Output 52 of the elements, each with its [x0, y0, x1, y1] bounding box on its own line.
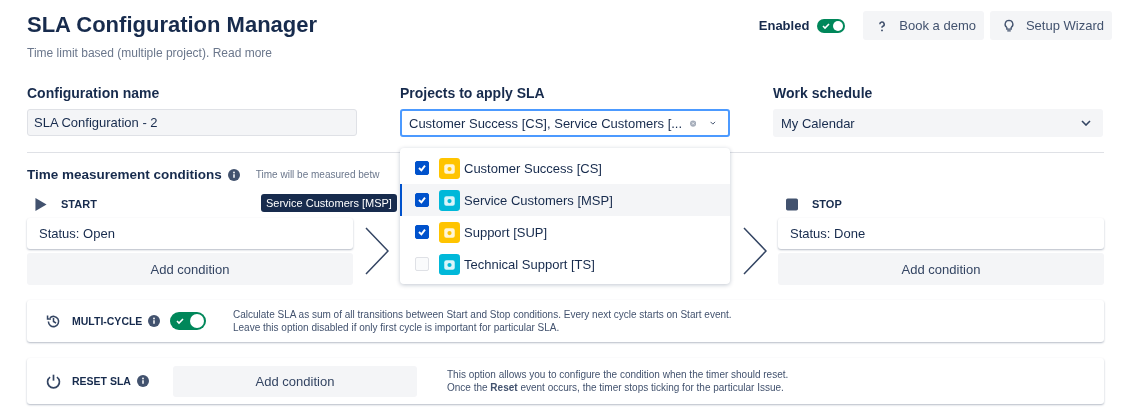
- check-icon: [416, 226, 428, 238]
- lightbulb-icon: [1001, 18, 1016, 33]
- stop-label: STOP: [812, 198, 842, 210]
- checkbox[interactable]: [415, 161, 429, 175]
- clear-icon: [690, 117, 697, 129]
- condition-field[interactable]: Status: Open: [27, 218, 353, 249]
- add-condition-button[interactable]: Add condition: [27, 253, 353, 285]
- field-label: Projects to apply SLA: [400, 85, 546, 101]
- work-schedule-select[interactable]: My Calendar: [773, 109, 1103, 137]
- checkbox[interactable]: [415, 225, 429, 239]
- info-icon[interactable]: [148, 315, 161, 327]
- multi-cycle-description: Calculate SLA as sum of all transitions between Start and Stop conditions. Every next cycle starts on Start event. Leave this option disabled if only first cycle is important for particular SLA.: [233, 308, 732, 334]
- check-icon: [821, 20, 832, 31]
- projects-select[interactable]: Customer Success [CS], Service Customers [...: [400, 109, 730, 137]
- reset-description: This option allows you to configure the condition when the timer should reset. Once the Reset event occurs, the timer stops ticking for the particular Issue.: [447, 368, 789, 394]
- header-button[interactable]: Setup Wizard: [989, 11, 1112, 40]
- start-label: START: [61, 198, 97, 210]
- checkbox[interactable]: [415, 193, 429, 207]
- header-button[interactable]: Book a demo: [863, 11, 984, 40]
- info-icon[interactable]: [136, 375, 149, 387]
- power-icon: [45, 372, 62, 390]
- check-icon: [175, 316, 186, 326]
- project-option[interactable]: Support [SUP]: [400, 216, 730, 248]
- enabled-label: Enabled: [758, 18, 810, 33]
- chevron-down-icon: [710, 120, 716, 126]
- project-option[interactable]: Service Customers [MSP]: [400, 184, 730, 216]
- page-title: SLA Configuration Manager: [27, 12, 318, 38]
- read-more-link[interactable]: Read more: [212, 46, 272, 60]
- tooltip: Service Customers [MSP]: [261, 194, 397, 212]
- project-option[interactable]: Customer Success [CS]: [400, 152, 730, 184]
- project-option[interactable]: Technical Support [TS]: [400, 248, 730, 280]
- field-label: Work schedule: [773, 85, 874, 101]
- add-condition-button[interactable]: Add condition: [173, 365, 417, 397]
- check-icon: [416, 162, 428, 174]
- subtitle: Time limit based (multiple project).: [27, 46, 210, 60]
- measurement-note: Time will be measured betw: [255, 169, 380, 180]
- chevron-right-icon: [365, 227, 389, 275]
- enabled-toggle[interactable]: [817, 18, 846, 33]
- info-icon[interactable]: [227, 168, 240, 181]
- chevron-down-icon: [1081, 120, 1091, 126]
- chevron-right-icon: [743, 227, 767, 275]
- multi-cycle-toggle[interactable]: [170, 312, 207, 330]
- stop-icon: [786, 197, 798, 211]
- condition-field[interactable]: Status: Done: [778, 218, 1104, 249]
- multi-cycle-label: MULTI-CYCLE: [72, 315, 143, 327]
- configuration-name-field[interactable]: SLA Configuration - 2: [27, 109, 357, 136]
- play-icon: [35, 197, 47, 211]
- reset-sla-label: RESET SLA: [72, 375, 131, 387]
- add-condition-button[interactable]: Add condition: [778, 253, 1104, 285]
- section-title: Time measurement conditions: [27, 167, 222, 182]
- field-label: Configuration name: [27, 85, 161, 101]
- check-icon: [416, 194, 428, 206]
